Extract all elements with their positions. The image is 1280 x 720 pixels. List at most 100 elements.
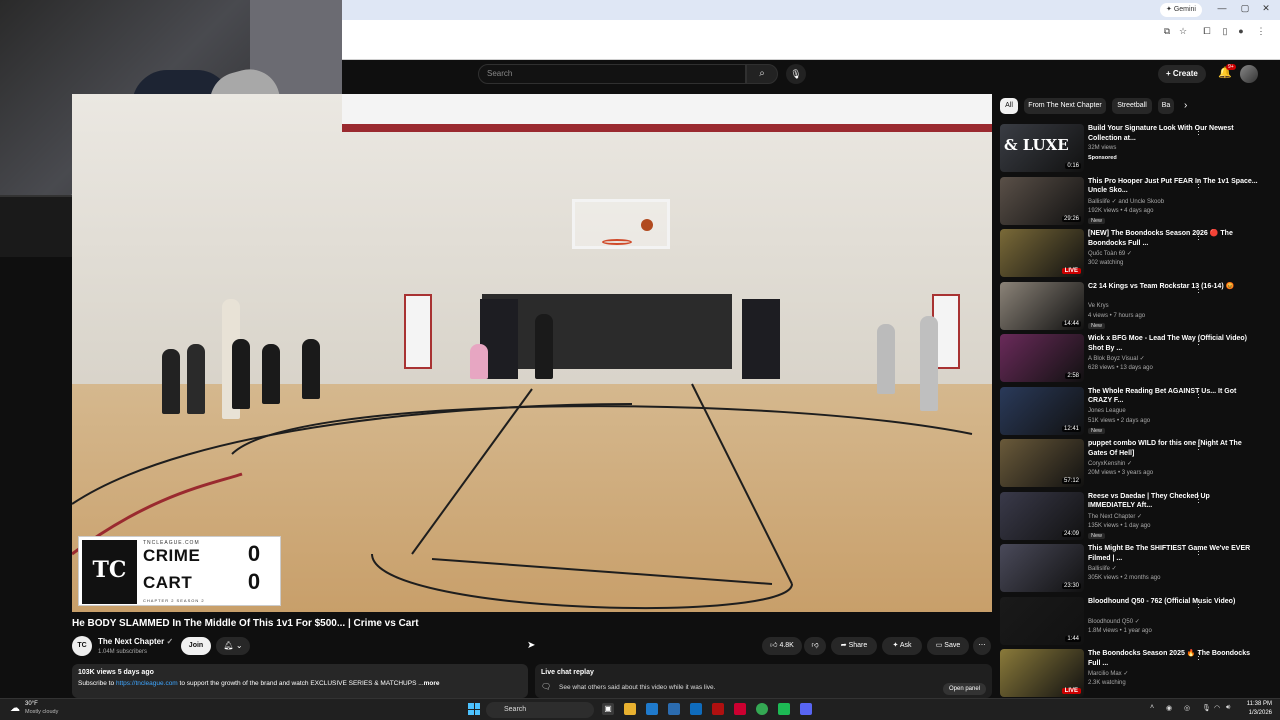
ask-button[interactable]: ✦ Ask (882, 637, 922, 655)
store-icon[interactable] (668, 703, 680, 715)
app-pink-icon[interactable] (734, 703, 746, 715)
recommendation-item[interactable]: 1:44 Bloodhound Q50 - 762 (Official Music… (1000, 596, 1272, 647)
recommendation-title[interactable]: Wick x BFG Moe - Lead The Way (Official … (1088, 334, 1258, 353)
recommendation-item[interactable]: 24:09 Reese vs Daedae | They Checked Up I… (1000, 491, 1272, 542)
more-vert-icon[interactable]: ⋮ (1194, 284, 1203, 295)
mic-tray-icon[interactable]: 🎙 (1202, 704, 1211, 712)
recommendation-channel[interactable]: Ballislife ✓ (1088, 565, 1117, 572)
recommendation-channel[interactable]: The Next Chapter ✓ (1088, 513, 1142, 520)
search-input[interactable]: Search (478, 64, 746, 84)
more-vert-icon[interactable]: ⋮ (1194, 651, 1203, 662)
taskbar-search[interactable]: Search (486, 702, 594, 718)
weather-icon[interactable]: ☁ (10, 703, 20, 714)
clock-date[interactable]: 1/3/2026 (1242, 710, 1272, 716)
minimize-button[interactable]: — (1212, 3, 1232, 13)
save-button[interactable]: ▭ Save (927, 637, 969, 655)
recommendation-title[interactable]: The Whole Reading Bet AGAINST Us... It G… (1088, 387, 1258, 406)
more-vert-icon[interactable]: ⋮ (1194, 599, 1203, 610)
recommendation-item[interactable]: 12:41 The Whole Reading Bet AGAINST Us...… (1000, 386, 1272, 437)
channel-name[interactable]: The Next Chapter ✓ (98, 637, 173, 646)
recommendation-channel[interactable]: Ve Krys (1088, 303, 1109, 309)
recommendation-item[interactable]: LIVE [NEW] The Boondocks Season 2026 🔴 Th… (1000, 229, 1272, 279)
recommendation-thumbnail[interactable]: 2:58 (1000, 334, 1084, 382)
recommendation-item[interactable]: 29:26 This Pro Hooper Just Put FEAR In Th… (1000, 176, 1272, 227)
discord-icon[interactable] (800, 703, 812, 715)
subscription-bell-button[interactable]: 🔔︎ ⌄ (216, 637, 250, 655)
close-window-button[interactable]: ✕ (1256, 3, 1276, 14)
recommendation-channel[interactable]: Bloodhound Q50 ✓ (1088, 618, 1140, 625)
task-view-icon[interactable]: ▣ (602, 703, 614, 715)
recommendation-thumbnail[interactable]: 1:44 (1000, 596, 1084, 645)
chip-2[interactable]: Streetball (1112, 98, 1152, 114)
recommendation-thumbnail[interactable]: LIVE (1000, 649, 1084, 697)
recommendation-item[interactable]: & LUXE 0:16 Build Your Signature Look With… (1000, 124, 1272, 174)
outlook-icon[interactable] (690, 703, 702, 715)
bookmark-star-icon[interactable]: ☆ (1176, 26, 1190, 37)
more-vert-icon[interactable]: ⋮ (1194, 336, 1203, 347)
create-button[interactable]: + Create (1158, 65, 1206, 83)
recommendation-item[interactable]: 2:58 Wick x BFG Moe - Lead The Way (Offic… (1000, 334, 1272, 384)
recommendation-title[interactable]: This Pro Hooper Just Put FEAR In The 1v1… (1088, 177, 1258, 196)
tray-app2-icon[interactable]: ◎ (1184, 704, 1190, 712)
recommendation-title[interactable]: puppet combo WILD for this one [Night At… (1088, 439, 1258, 458)
cast-icon[interactable]: ⧉ (1160, 26, 1174, 37)
more-vert-icon[interactable]: ⋮ (1194, 126, 1203, 137)
recommendation-thumbnail[interactable]: 14:44 (1000, 281, 1084, 330)
recommendation-title[interactable]: C2 14 Kings vs Team Rockstar 13 (16-14) … (1088, 282, 1258, 292)
recommendation-thumbnail[interactable]: 12:41 (1000, 386, 1084, 435)
recommendation-thumbnail[interactable]: 23:30 (1000, 544, 1084, 592)
recommendation-thumbnail[interactable]: 29:26 (1000, 176, 1084, 225)
more-link[interactable]: more (424, 680, 440, 687)
open-panel-button[interactable]: Open panel (943, 683, 987, 695)
recommendation-thumbnail[interactable]: & LUXE 0:16 (1000, 124, 1084, 172)
recommendation-thumbnail[interactable]: LIVE (1000, 229, 1084, 277)
description-box[interactable]: 103K views 5 days ago Subscribe to https… (72, 664, 528, 698)
channel-avatar[interactable]: TC (72, 636, 92, 656)
app-red-icon[interactable] (712, 703, 724, 715)
chrome-icon[interactable] (756, 703, 768, 715)
more-vert-icon[interactable]: ⋮ (1194, 546, 1203, 557)
chip-3[interactable]: Ba (1158, 98, 1174, 114)
recommendation-channel[interactable]: Jones League (1088, 408, 1126, 414)
more-vert-icon[interactable]: ⋮ (1194, 494, 1203, 505)
join-button[interactable]: Join (181, 637, 211, 655)
extensions-icon[interactable]: ⧠ (1200, 26, 1214, 37)
like-button[interactable]: 👍︎ 4.8K (762, 637, 802, 655)
recommendation-channel[interactable]: CoryxKenshin ✓ (1088, 460, 1132, 467)
app-green-icon[interactable] (778, 703, 790, 715)
tray-app-icon[interactable]: ◉ (1166, 704, 1172, 712)
recommendation-title[interactable]: Bloodhound Q50 - 762 (Official Music Vid… (1088, 597, 1258, 607)
recommendation-title[interactable]: This Might Be The SHIFTIEST Game We've E… (1088, 544, 1258, 563)
clock-time[interactable]: 11:38 PM (1242, 701, 1272, 707)
profile-icon[interactable]: ● (1234, 26, 1248, 36)
edge-icon[interactable] (646, 703, 658, 715)
dislike-button[interactable]: 👎︎ (804, 637, 826, 655)
recommendation-thumbnail[interactable]: 57:12 (1000, 439, 1084, 487)
recommendation-title[interactable]: Reese vs Daedae | They Checked Up IMMEDI… (1088, 492, 1258, 511)
more-actions-button[interactable]: ⋯ (973, 637, 991, 655)
recommendation-title[interactable]: [NEW] The Boondocks Season 2026 🔴 The Bo… (1088, 229, 1258, 248)
menu-kebab-icon[interactable]: ⋮ (1254, 26, 1268, 37)
sidepanel-icon[interactable]: ▯ (1218, 26, 1232, 37)
recommendation-item[interactable]: LIVE The Boondocks Season 2025 🔥 The Boon… (1000, 649, 1272, 699)
gemini-button[interactable]: ✦ Gemini (1160, 3, 1202, 17)
chevron-right-icon[interactable]: › (1184, 100, 1187, 111)
search-button[interactable]: ⌕ (746, 64, 778, 84)
recommendation-item[interactable]: 14:44 C2 14 Kings vs Team Rockstar 13 (16… (1000, 281, 1272, 332)
start-button[interactable] (468, 703, 480, 715)
video-player[interactable]: TC TNCLEAGUE.COM CRIME CART 0 0 CHAPTER … (72, 94, 992, 612)
recommendation-item[interactable]: 23:30 This Might Be The SHIFTIEST Game We… (1000, 544, 1272, 594)
description-link[interactable]: https://tncleague.com (116, 680, 178, 687)
recommendation-channel[interactable]: Quốc Toàn 69 ✓ (1088, 250, 1132, 257)
more-vert-icon[interactable]: ⋮ (1194, 441, 1203, 452)
recommendation-channel[interactable]: Marcilio Max ✓ (1088, 670, 1128, 677)
maximize-button[interactable]: ▢ (1235, 3, 1255, 14)
recommendation-title[interactable]: The Boondocks Season 2025 🔥 The Boondock… (1088, 649, 1258, 668)
voice-search-button[interactable]: 🎙 (786, 64, 806, 84)
recommendation-channel[interactable]: Ballislife ✓ and Uncle Skoob (1088, 198, 1164, 205)
more-vert-icon[interactable]: ⋮ (1194, 389, 1203, 400)
more-vert-icon[interactable]: ⋮ (1194, 179, 1203, 190)
recommendation-thumbnail[interactable]: 24:09 (1000, 491, 1084, 540)
recommendation-channel[interactable]: A Blok Boyz Visual ✓ (1088, 355, 1145, 362)
share-button[interactable]: ➦ Share (831, 637, 877, 655)
